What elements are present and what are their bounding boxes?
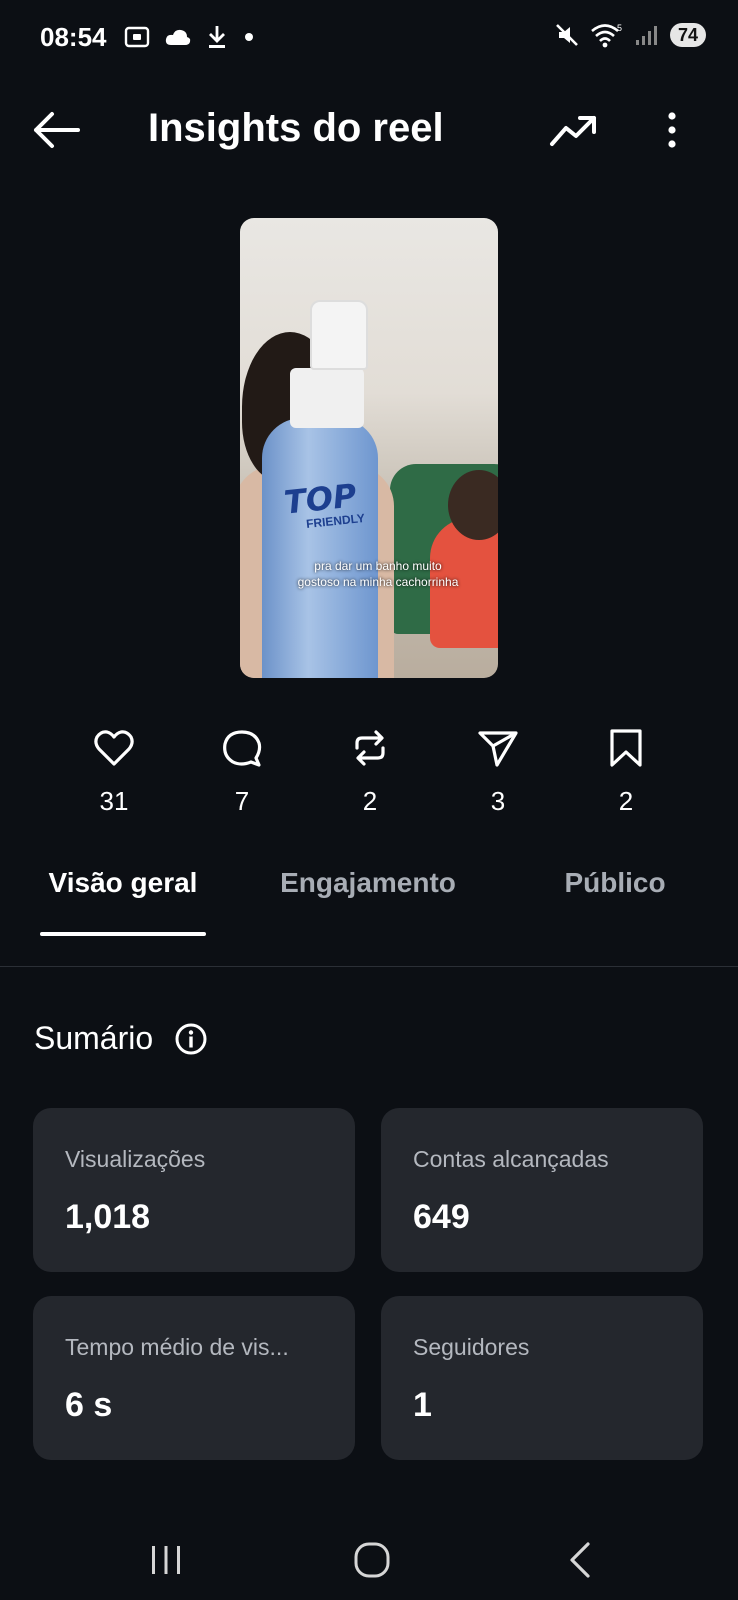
page-title: Insights do reel xyxy=(148,106,444,150)
thumbnail-bottle-neck xyxy=(290,368,364,428)
system-nav-bar xyxy=(0,1510,738,1600)
download-icon xyxy=(209,26,225,48)
likes-count: 31 xyxy=(99,786,129,816)
comment-icon xyxy=(223,730,262,767)
home-button[interactable] xyxy=(342,1530,402,1590)
comments-metric[interactable]: 7 xyxy=(202,728,282,817)
tab-engagement[interactable]: Engajamento xyxy=(278,866,458,900)
average-watch-time-label: Tempo médio de vis... xyxy=(65,1334,289,1360)
accounts-reached-label: Contas alcançadas xyxy=(413,1146,609,1172)
views-card[interactable]: Visualizações 1,018 xyxy=(33,1108,355,1272)
bookmark-icon xyxy=(610,729,642,767)
status-left-icons xyxy=(124,24,256,50)
chevron-left-icon xyxy=(570,1542,590,1578)
tab-audience[interactable]: Público xyxy=(540,866,690,900)
average-watch-time-value: 6 s xyxy=(65,1386,113,1424)
arrow-left-icon xyxy=(34,112,80,148)
video-caption: pra dar um banho muito gostoso na minha … xyxy=(240,558,498,590)
status-bar: 08:54 5 74 xyxy=(0,0,738,76)
reposts-metric[interactable]: 2 xyxy=(330,728,410,817)
reel-thumbnail[interactable]: TOP FRIENDLY pra dar um banho muito gost… xyxy=(240,218,498,678)
shares-count: 3 xyxy=(490,786,506,816)
recent-apps-button[interactable] xyxy=(136,1530,196,1590)
saves-metric[interactable]: 2 xyxy=(586,728,666,817)
average-watch-time-card[interactable]: Tempo médio de vis... 6 s xyxy=(33,1296,355,1460)
followers-label: Seguidores xyxy=(413,1334,530,1360)
trending-up-icon xyxy=(550,116,596,146)
mute-icon xyxy=(556,24,578,46)
repost-icon xyxy=(355,730,385,766)
video-caption-line-1: pra dar um banho muito xyxy=(314,559,442,573)
thumbnail-bottle-cap xyxy=(310,300,368,370)
system-back-button[interactable] xyxy=(550,1530,610,1590)
reposts-count: 2 xyxy=(362,786,378,816)
accounts-reached-card[interactable]: Contas alcançadas 649 xyxy=(381,1108,703,1272)
followers-card[interactable]: Seguidores 1 xyxy=(381,1296,703,1460)
saves-count: 2 xyxy=(618,786,634,816)
dot-icon xyxy=(245,33,253,41)
more-vertical-icon xyxy=(668,112,676,148)
send-icon xyxy=(478,731,518,767)
more-options-button[interactable] xyxy=(654,106,690,154)
reel-insights-screen: 08:54 5 74 Insights do reel TOP FRIENDLY… xyxy=(0,0,738,1600)
top-bar: Insights do reel xyxy=(0,90,738,170)
info-icon xyxy=(175,1023,207,1055)
trends-button[interactable] xyxy=(548,108,600,152)
back-button[interactable] xyxy=(30,108,82,152)
battery-icon: 74 xyxy=(669,23,706,47)
video-caption-line-2: gostoso na minha cachorrinha xyxy=(297,575,459,589)
screenshot-icon xyxy=(124,26,150,48)
home-icon xyxy=(354,1542,390,1578)
insights-tabs: Visão geral Engajamento Público xyxy=(0,866,738,966)
summary-title: Sumário xyxy=(34,1020,154,1056)
signal-icon xyxy=(635,26,657,45)
heart-icon xyxy=(94,730,134,766)
likes-metric[interactable]: 31 xyxy=(74,728,154,817)
engagement-metrics: 31 7 2 3 2 xyxy=(0,728,738,824)
thumbnail-bottle xyxy=(262,418,378,678)
comments-count: 7 xyxy=(234,786,250,816)
views-value: 1,018 xyxy=(65,1198,151,1236)
followers-value: 1 xyxy=(413,1386,432,1424)
wifi-icon: 5 xyxy=(591,23,622,48)
summary-info-button[interactable] xyxy=(174,1022,208,1056)
accounts-reached-value: 649 xyxy=(413,1198,470,1236)
tabs-divider xyxy=(0,966,738,967)
status-time: 08:54 xyxy=(40,22,107,52)
cloud-icon xyxy=(165,29,191,45)
svg-text:5: 5 xyxy=(617,23,622,33)
active-tab-indicator xyxy=(40,932,206,936)
status-right-icons: 5 74 xyxy=(554,22,706,48)
recent-apps-icon xyxy=(152,1546,180,1574)
tab-overview[interactable]: Visão geral xyxy=(40,866,206,900)
views-label: Visualizações xyxy=(65,1146,206,1172)
shares-metric[interactable]: 3 xyxy=(458,728,538,817)
